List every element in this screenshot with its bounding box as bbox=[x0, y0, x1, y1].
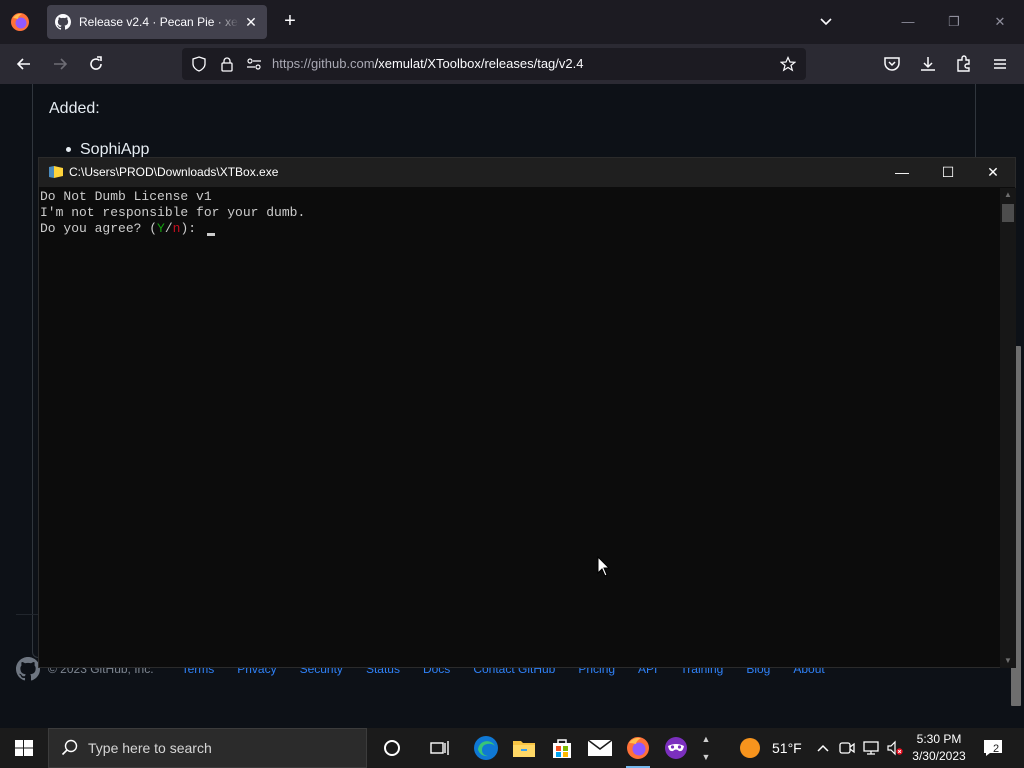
console-title: C:\Users\PROD\Downloads\XTBox.exe bbox=[69, 165, 279, 179]
search-icon bbox=[61, 739, 78, 756]
windows-taskbar: Type here to search ▲ ▼ 51°F 5:30 PM 3/3… bbox=[0, 728, 1024, 768]
extensions-icon[interactable] bbox=[954, 54, 974, 74]
url-host: https://github.com bbox=[272, 56, 375, 71]
prompt-yes-option: Y bbox=[157, 221, 165, 236]
browser-tab-active[interactable]: Release v2.4 · Pecan Pie · xemulat/XTool… bbox=[47, 5, 267, 39]
console-line: Do Not Dumb License v1 bbox=[40, 189, 212, 204]
notification-count: 2 bbox=[993, 743, 1000, 755]
edge-icon[interactable] bbox=[467, 728, 505, 768]
volume-muted-icon[interactable] bbox=[886, 739, 904, 757]
tracking-protection-shield-icon[interactable] bbox=[191, 56, 207, 72]
console-close-icon[interactable]: ✕ bbox=[970, 158, 1016, 187]
console-scrollbar-thumb[interactable] bbox=[1002, 204, 1014, 222]
back-icon[interactable] bbox=[14, 54, 34, 74]
console-scrollbar[interactable]: ▲ ▼ bbox=[1000, 188, 1016, 668]
added-heading: Added: bbox=[49, 100, 100, 117]
windows-start-icon[interactable] bbox=[0, 728, 48, 768]
console-output[interactable]: Do Not Dumb License v1 I'm not responsib… bbox=[40, 188, 1000, 668]
prompt-suffix: ): bbox=[180, 221, 204, 236]
show-hidden-icons-icon[interactable] bbox=[814, 739, 832, 757]
app-mask-icon[interactable] bbox=[657, 728, 695, 768]
file-explorer-icon[interactable] bbox=[505, 728, 543, 768]
url-text: https://github.com/xemulat/XToolbox/rele… bbox=[272, 56, 583, 71]
taskbar-search-box[interactable]: Type here to search bbox=[48, 728, 367, 768]
taskbar-scroll-up-icon[interactable]: ▲ bbox=[697, 730, 715, 748]
meet-now-icon[interactable] bbox=[838, 739, 856, 757]
browser-nav-bar: https://github.com/xemulat/XToolbox/rele… bbox=[0, 44, 1024, 84]
prompt-prefix: Do you agree? ( bbox=[40, 221, 158, 236]
weather-widget[interactable]: 51°F bbox=[740, 728, 802, 768]
github-logo-icon[interactable] bbox=[16, 657, 40, 681]
taskbar-scroll-down-icon[interactable]: ▼ bbox=[697, 748, 715, 766]
console-window[interactable]: C:\Users\PROD\Downloads\XTBox.exe — ☐ ✕ … bbox=[38, 157, 1016, 668]
tab-close-icon[interactable]: ✕ bbox=[243, 14, 259, 31]
system-clock[interactable]: 5:30 PM 3/30/2023 bbox=[908, 731, 970, 765]
text-cursor bbox=[206, 233, 215, 236]
downloads-icon[interactable] bbox=[918, 54, 938, 74]
tab-title: Release v2.4 · Pecan Pie · xemulat/XTool… bbox=[79, 15, 239, 29]
reload-icon[interactable] bbox=[86, 54, 106, 74]
console-title-bar[interactable]: C:\Users\PROD\Downloads\XTBox.exe — ☐ ✕ bbox=[39, 158, 1015, 187]
store-icon[interactable] bbox=[543, 728, 581, 768]
url-bar[interactable]: https://github.com/xemulat/XToolbox/rele… bbox=[182, 48, 806, 80]
scroll-down-arrow-icon[interactable]: ▼ bbox=[1000, 654, 1016, 668]
pocket-icon[interactable] bbox=[882, 54, 902, 74]
permissions-icon[interactable] bbox=[246, 56, 262, 72]
firefox-menu-icon[interactable] bbox=[10, 12, 30, 32]
console-minimize-icon[interactable]: — bbox=[879, 158, 925, 187]
search-placeholder: Type here to search bbox=[88, 740, 212, 756]
console-line: I'm not responsible for your dumb. bbox=[40, 205, 306, 220]
scroll-up-arrow-icon[interactable]: ▲ bbox=[1000, 188, 1016, 202]
close-window-icon[interactable]: ✕ bbox=[990, 12, 1010, 32]
console-maximize-icon[interactable]: ☐ bbox=[925, 158, 971, 187]
console-app-icon bbox=[49, 166, 63, 178]
taskbar-overflow-scroller[interactable]: ▲ ▼ bbox=[697, 730, 715, 766]
weather-temperature: 51°F bbox=[772, 740, 802, 756]
bookmark-star-icon[interactable] bbox=[780, 56, 796, 72]
task-view-icon[interactable] bbox=[421, 728, 459, 768]
forward-icon[interactable] bbox=[50, 54, 70, 74]
url-path: /xemulat/XToolbox/releases/tag/v2.4 bbox=[374, 56, 584, 71]
clock-time: 5:30 PM bbox=[916, 732, 962, 746]
lock-icon[interactable] bbox=[219, 56, 235, 72]
restore-icon[interactable]: ❐ bbox=[944, 12, 964, 32]
clock-date: 3/30/2023 bbox=[912, 749, 966, 763]
mouse-pointer-icon bbox=[597, 556, 611, 577]
browser-tab-bar: Release v2.4 · Pecan Pie · xemulat/XTool… bbox=[0, 0, 1024, 44]
minimize-icon[interactable]: — bbox=[898, 12, 918, 32]
cortana-icon[interactable] bbox=[373, 728, 411, 768]
list-all-tabs-icon[interactable] bbox=[816, 12, 836, 32]
mail-icon[interactable] bbox=[581, 728, 619, 768]
console-prompt-line: Do you agree? (Y/n): bbox=[40, 221, 1000, 237]
prompt-separator: / bbox=[164, 221, 173, 236]
weather-sun-icon bbox=[740, 738, 760, 758]
network-icon[interactable] bbox=[862, 739, 880, 757]
new-tab-icon[interactable]: + bbox=[280, 11, 300, 31]
firefox-taskbar-icon[interactable] bbox=[619, 728, 657, 768]
hamburger-menu-icon[interactable] bbox=[990, 54, 1010, 74]
github-favicon-icon bbox=[55, 14, 71, 30]
